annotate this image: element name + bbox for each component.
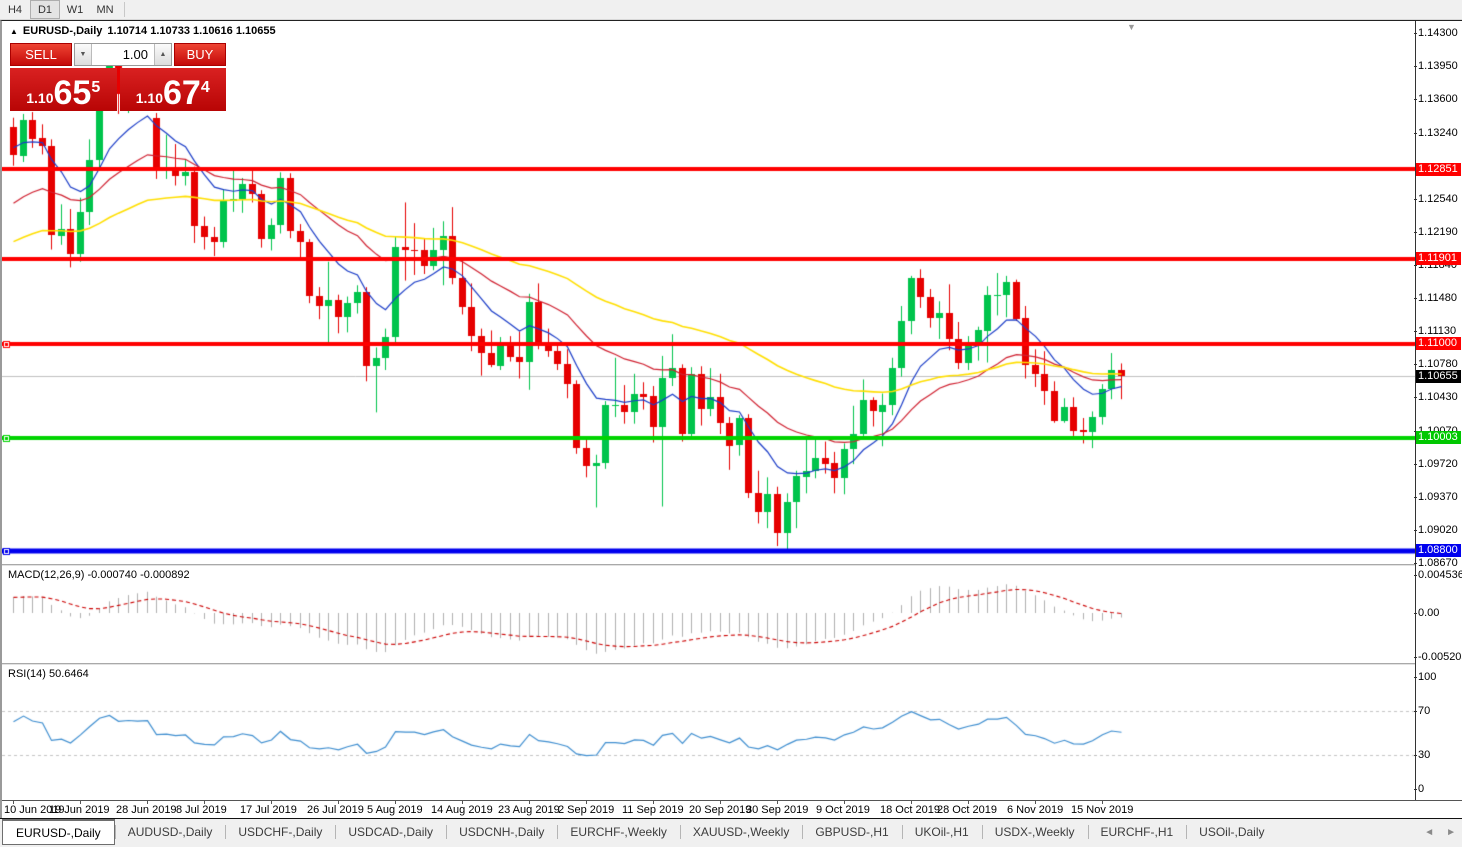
chart-tab-xauusd-weekly[interactable]: XAUUSD-,Weekly bbox=[680, 819, 802, 845]
price-axis-tick: 1.10430 bbox=[1418, 391, 1458, 404]
tab-scroll-controls: ◄ ► bbox=[1424, 819, 1456, 845]
date-label: 17 Jul 2019 bbox=[240, 804, 297, 816]
rsi-axis-tick: 70 bbox=[1418, 705, 1430, 718]
macd-axis-tick: -0.005205 bbox=[1418, 651, 1462, 664]
volume-stepper: ▼ 1.00 ▲ bbox=[74, 43, 172, 66]
tab-scroll-left-button[interactable]: ◄ bbox=[1424, 827, 1434, 838]
price-axis[interactable]: 1.14300 1.13950 1.13600 1.13240 1.12540 1.121… bbox=[1415, 21, 1462, 800]
price-axis-tick: 1.14300 bbox=[1418, 27, 1458, 40]
chart-header: ▲ EURUSD-,Daily 1.10714 1.10733 1.10616 … bbox=[10, 25, 276, 37]
price-axis-tick: 1.13240 bbox=[1418, 127, 1458, 140]
rsi-label: RSI(14) 50.6464 bbox=[8, 668, 89, 680]
level-price-badge: 1.08800 bbox=[1416, 544, 1461, 557]
price-axis-tick: 1.12540 bbox=[1418, 193, 1458, 206]
timeframe-button-w1[interactable]: W1 bbox=[60, 0, 90, 19]
date-label: 28 Jun 2019 bbox=[116, 804, 177, 816]
date-label: 8 Jul 2019 bbox=[176, 804, 227, 816]
price-axis-tick: 1.09720 bbox=[1418, 458, 1458, 471]
sell-button[interactable]: SELL bbox=[10, 43, 72, 66]
macd-pane: MACD(12,26,9) -0.000740 -0.000892 bbox=[2, 566, 1462, 663]
rsi-axis-tick: 0 bbox=[1418, 783, 1424, 796]
date-axis[interactable]: 10 Jun 201919 Jun 201928 Jun 20198 Jul 2… bbox=[2, 800, 1462, 818]
sell-price-sup: 5 bbox=[91, 68, 100, 108]
timeframe-button-h4[interactable]: H4 bbox=[0, 0, 30, 19]
rsi-canvas[interactable] bbox=[2, 665, 1415, 800]
sell-price-display[interactable]: 1.10655 bbox=[10, 68, 117, 111]
price-pane: ▲ EURUSD-,Daily 1.10714 1.10733 1.10616 … bbox=[2, 21, 1462, 564]
volume-increase-button[interactable]: ▲ bbox=[154, 44, 171, 65]
macd-axis-tick: 0.004536 bbox=[1418, 569, 1462, 582]
date-label: 5 Aug 2019 bbox=[367, 804, 423, 816]
date-label: 9 Oct 2019 bbox=[816, 804, 870, 816]
price-axis-tick: 1.13600 bbox=[1418, 93, 1458, 106]
buy-price-sup: 4 bbox=[201, 68, 210, 108]
chart-window: ▲ EURUSD-,Daily 1.10714 1.10733 1.10616 … bbox=[0, 20, 1462, 818]
level-price-badge: 1.11000 bbox=[1416, 337, 1461, 350]
date-label: 18 Oct 2019 bbox=[880, 804, 940, 816]
price-axis-tick: 1.11480 bbox=[1418, 292, 1457, 305]
chart-tab-eurchf-h1[interactable]: EURCHF-,H1 bbox=[1088, 819, 1187, 845]
date-label: 2 Sep 2019 bbox=[558, 804, 614, 816]
tab-scroll-right-button[interactable]: ► bbox=[1446, 827, 1456, 838]
date-label: 19 Jun 2019 bbox=[49, 804, 110, 816]
rsi-axis-tick: 30 bbox=[1418, 749, 1430, 762]
sell-price-base: 1.10 bbox=[26, 88, 53, 108]
collapse-arrow-icon[interactable]: ▲ bbox=[10, 27, 18, 36]
date-label: 20 Sep 2019 bbox=[689, 804, 751, 816]
buy-button[interactable]: BUY bbox=[174, 43, 226, 66]
chart-tab-eurusd-daily[interactable]: EURUSD-,Daily bbox=[2, 819, 115, 845]
chart-body: ▲ EURUSD-,Daily 1.10714 1.10733 1.10616 … bbox=[2, 21, 1462, 800]
chart-tab-usdcnh-daily[interactable]: USDCNH-,Daily bbox=[446, 819, 557, 845]
date-label: 28 Oct 2019 bbox=[937, 804, 997, 816]
symbol-title: EURUSD-,Daily bbox=[23, 25, 102, 37]
chart-tab-eurchf-weekly[interactable]: EURCHF-,Weekly bbox=[557, 819, 679, 845]
chart-tab-gbpusd-h1[interactable]: GBPUSD-,H1 bbox=[802, 819, 901, 845]
chart-tab-usdchf-daily[interactable]: USDCHF-,Daily bbox=[225, 819, 335, 845]
sell-price-big: 65 bbox=[54, 78, 92, 108]
date-label: 15 Nov 2019 bbox=[1071, 804, 1133, 816]
price-axis-tick: 1.09020 bbox=[1418, 524, 1458, 537]
macd-canvas[interactable] bbox=[2, 566, 1415, 663]
chart-tab-usdx-weekly[interactable]: USDX-,Weekly bbox=[982, 819, 1088, 845]
chart-tab-usoil-daily[interactable]: USOil-,Daily bbox=[1186, 819, 1277, 845]
ohlc-values: 1.10714 1.10733 1.10616 1.10655 bbox=[107, 25, 275, 37]
date-label: 11 Sep 2019 bbox=[622, 804, 684, 816]
level-price-badge: 1.12851 bbox=[1416, 163, 1461, 176]
date-label: 23 Aug 2019 bbox=[498, 804, 560, 816]
current-price-badge: 1.10655 bbox=[1416, 370, 1461, 383]
trading-terminal: H4 D1 W1 MN ▲ EURUSD-,Daily 1.10714 1.10… bbox=[0, 0, 1462, 847]
price-axis-tick: 1.12190 bbox=[1418, 226, 1458, 239]
volume-input[interactable]: 1.00 bbox=[92, 44, 154, 65]
chart-tab-ukoil-h1[interactable]: UKOil-,H1 bbox=[902, 819, 982, 845]
timeframe-button-mn[interactable]: MN bbox=[90, 0, 120, 19]
toolbar-separator bbox=[124, 2, 125, 17]
date-label: 26 Jul 2019 bbox=[307, 804, 364, 816]
buy-price-display[interactable]: 1.10674 bbox=[120, 68, 227, 111]
chart-tab-bar: EURUSD-,Daily AUDUSD-,Daily USDCHF-,Dail… bbox=[0, 818, 1462, 845]
buy-price-base: 1.10 bbox=[136, 88, 163, 108]
level-price-badge: 1.11901 bbox=[1416, 252, 1461, 265]
macd-label: MACD(12,26,9) -0.000740 -0.000892 bbox=[8, 569, 190, 581]
volume-decrease-button[interactable]: ▼ bbox=[75, 44, 92, 65]
rsi-pane: RSI(14) 50.6464 bbox=[2, 665, 1462, 800]
chart-tab-usdcad-daily[interactable]: USDCAD-,Daily bbox=[335, 819, 446, 845]
rsi-axis-tick: 100 bbox=[1418, 671, 1436, 684]
trade-widget: SELL ▼ 1.00 ▲ BUY 1.10655 1.106 bbox=[10, 43, 226, 111]
price-axis-tick: 1.13950 bbox=[1418, 60, 1458, 73]
timeframe-button-d1[interactable]: D1 bbox=[30, 0, 60, 19]
date-label: 6 Nov 2019 bbox=[1007, 804, 1063, 816]
chart-shift-marker-icon[interactable]: ▼ bbox=[1127, 22, 1136, 32]
price-axis-tick: 1.09370 bbox=[1418, 491, 1458, 504]
date-label: 30 Sep 2019 bbox=[746, 804, 808, 816]
chart-tab-audusd-daily[interactable]: AUDUSD-,Daily bbox=[115, 819, 226, 845]
timeframe-toolbar: H4 D1 W1 MN bbox=[0, 0, 1462, 20]
macd-axis-tick: 0.00 bbox=[1418, 607, 1439, 620]
buy-price-big: 67 bbox=[163, 78, 201, 108]
level-price-badge: 1.10003 bbox=[1416, 431, 1461, 444]
date-label: 14 Aug 2019 bbox=[431, 804, 493, 816]
